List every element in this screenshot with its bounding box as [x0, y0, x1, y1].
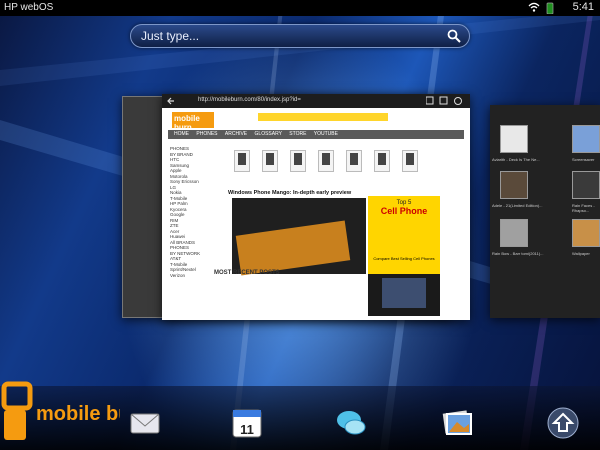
photo-thumb[interactable]: [572, 125, 600, 153]
photo-label: Wallpaper: [572, 251, 590, 256]
watermark-text: mobile burn: [36, 403, 120, 425]
photo-thumb[interactable]: [572, 219, 600, 247]
messaging-icon[interactable]: [334, 406, 368, 440]
battery-icon: [546, 2, 554, 14]
phone-thumb[interactable]: [374, 150, 390, 172]
ad-headline: Cell Phone: [380, 206, 428, 216]
nav-home[interactable]: HOME: [174, 131, 189, 137]
photo-thumb[interactable]: [500, 219, 528, 247]
search-placeholder: Just type...: [141, 29, 200, 43]
browser-titlebar: http://mobileburn.com/80/index.jsp?id=: [162, 94, 470, 108]
site-nav: HOME PHONES ARCHIVE GLOSSARY STORE YOUTU…: [168, 130, 464, 139]
ad-footer: Compare Best Selling Cell Phones: [373, 256, 435, 261]
back-arrow-icon[interactable]: [166, 96, 176, 106]
photo-thumb[interactable]: [500, 125, 528, 153]
status-brand: HP webOS: [4, 2, 54, 13]
nav-store[interactable]: STORE: [289, 131, 306, 137]
feature-title[interactable]: Windows Phone Mango: In-depth early prev…: [228, 190, 368, 196]
phone-thumb[interactable]: [234, 150, 250, 172]
photo-label: Screensaver: [572, 157, 595, 162]
status-time: 5:41: [572, 1, 594, 13]
site-logo[interactable]: mobile burn: [172, 112, 214, 132]
brand-list: PHONES BY BRAND HTC Samsung Apple Motoro…: [170, 146, 210, 278]
list-item[interactable]: Verizon: [170, 273, 210, 279]
email-icon[interactable]: [128, 406, 162, 440]
photo-thumb[interactable]: [572, 171, 600, 199]
browser-card[interactable]: http://mobileburn.com/80/index.jsp?id= m…: [162, 94, 470, 320]
phone-thumb[interactable]: [402, 150, 418, 172]
phone-thumb[interactable]: [318, 150, 334, 172]
search-bar[interactable]: Just type...: [130, 24, 470, 48]
video-player[interactable]: [368, 274, 440, 316]
browser-toolbar-icons[interactable]: [426, 96, 466, 106]
wifi-icon: [528, 2, 540, 12]
phone-thumb[interactable]: [290, 150, 306, 172]
browser-url[interactable]: http://mobileburn.com/80/index.jsp?id=: [198, 97, 301, 103]
top-ad-banner[interactable]: [258, 113, 388, 121]
photo-thumb[interactable]: [500, 171, 528, 199]
nav-glossary[interactable]: GLOSSARY: [255, 131, 282, 137]
status-bar: HP webOS 5:41: [0, 0, 600, 16]
mobileburn-watermark: mobile burn: [1, 381, 120, 440]
photo-label: Rain Bow - Barr tomi(2011)...: [492, 251, 544, 256]
photos-card[interactable]: Aviarith - Deck Is The Ne... Screensaver…: [490, 105, 600, 318]
launcher-icon[interactable]: [546, 406, 580, 440]
photo-label: Aviarith - Deck Is The Ne...: [492, 157, 540, 162]
nav-phones[interactable]: PHONES: [196, 131, 217, 137]
calendar-day: 11: [240, 422, 254, 437]
web-page: mobile burn HOME PHONES ARCHIVE GLOSSARY…: [168, 110, 464, 316]
ad-box[interactable]: Top 5 Cell Phone Compare Best Selling Ce…: [368, 196, 440, 274]
nav-youtube[interactable]: YOUTUBE: [314, 131, 338, 137]
site-header: mobile burn: [168, 110, 464, 132]
phone-thumb[interactable]: [346, 150, 362, 172]
feature-image[interactable]: [232, 198, 366, 276]
nav-archive[interactable]: ARCHIVE: [225, 131, 247, 137]
recent-heading: MOST RECENT POSTS: [214, 270, 280, 276]
phone-thumb[interactable]: [262, 150, 278, 172]
photo-label: Rain Faces - Rhapso...: [572, 203, 595, 213]
photos-icon[interactable]: [440, 406, 474, 440]
search-icon[interactable]: [447, 29, 461, 43]
photo-label: Adele - 21(Limited Edition)...: [492, 203, 543, 208]
